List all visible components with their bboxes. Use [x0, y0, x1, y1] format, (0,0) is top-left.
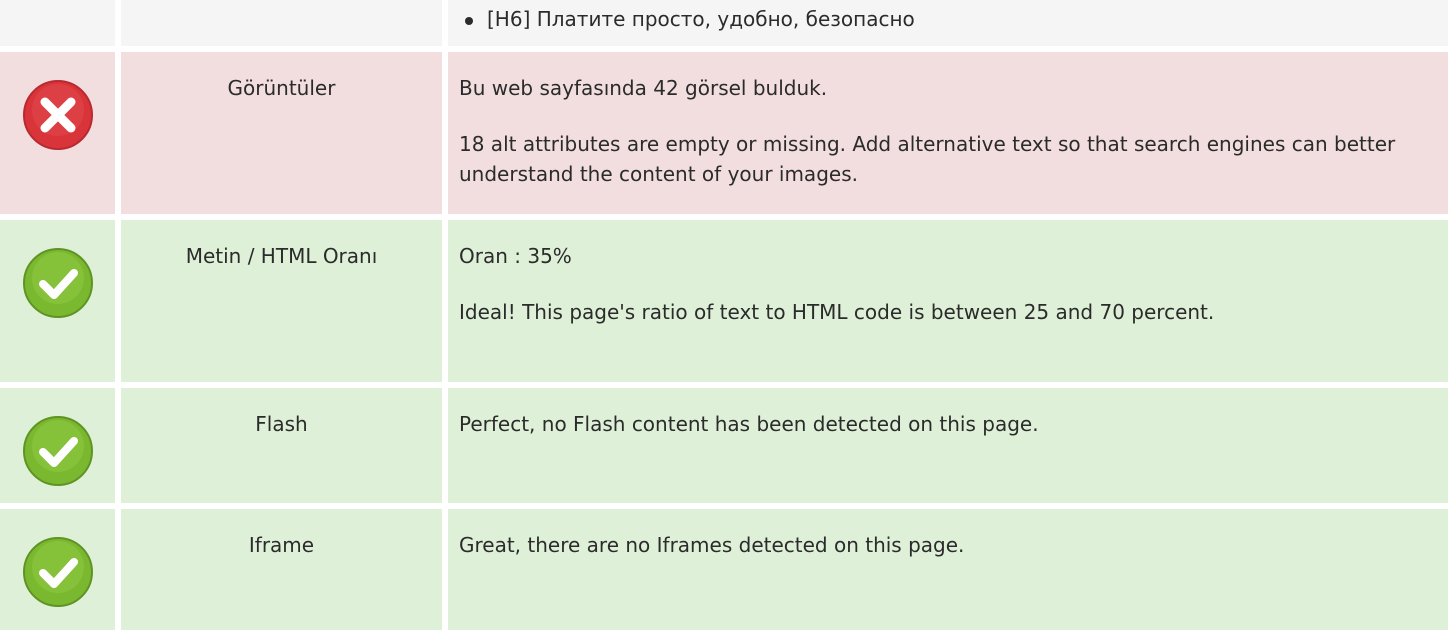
icon-cell	[0, 509, 115, 630]
result-summary: Perfect, no Flash content has been detec…	[459, 412, 1039, 436]
icon-cell	[0, 52, 115, 214]
label-cell	[121, 0, 442, 46]
row-label: Görüntüler	[227, 76, 336, 100]
table-row-text-html-ratio: Metin / HTML Oranı Oran : 35% Ideal! Thi…	[0, 220, 1448, 382]
table-row-images: Görüntüler Bu web sayfasında 42 görsel b…	[0, 52, 1448, 214]
heading-list: [H6] Платите просто, удобно, безопасно	[459, 0, 1408, 34]
icon-cell	[0, 220, 115, 382]
check-circle-icon	[23, 248, 93, 318]
label-cell: Iframe	[121, 509, 442, 630]
table-row-flash: Flash Perfect, no Flash content has been…	[0, 388, 1448, 503]
row-label: Iframe	[248, 533, 315, 557]
label-cell: Flash	[121, 388, 442, 503]
list-item: [H6] Платите просто, удобно, безопасно	[459, 4, 1408, 34]
label-cell: Görüntüler	[121, 52, 442, 214]
value-cell: [H6] Платите просто, удобно, безопасно	[448, 0, 1448, 46]
icon-cell	[0, 388, 115, 503]
result-summary: Bu web sayfasında 42 görsel bulduk.	[459, 76, 828, 100]
table-row-iframe: Iframe Great, there are no Iframes detec…	[0, 509, 1448, 630]
value-cell: Oran : 35% Ideal! This page's ratio of t…	[448, 220, 1448, 382]
value-cell: Great, there are no Iframes detected on …	[448, 509, 1448, 630]
icon-cell	[0, 0, 115, 46]
label-cell: Metin / HTML Oranı	[121, 220, 442, 382]
value-cell: Perfect, no Flash content has been detec…	[448, 388, 1448, 503]
row-label: Metin / HTML Oranı	[185, 244, 378, 268]
result-detail: 18 alt attributes are empty or missing. …	[459, 132, 1396, 186]
result-detail: Ideal! This page's ratio of text to HTML…	[459, 300, 1215, 324]
x-circle-icon	[23, 80, 93, 150]
table-row: [H6] Платите просто, удобно, безопасно	[0, 0, 1448, 46]
result-summary: Great, there are no Iframes detected on …	[459, 533, 965, 557]
value-cell: Bu web sayfasında 42 görsel bulduk. 18 a…	[448, 52, 1448, 214]
result-summary: Oran : 35%	[459, 244, 572, 268]
check-circle-icon	[23, 416, 93, 486]
row-label: Flash	[255, 412, 308, 436]
check-circle-icon	[23, 537, 93, 607]
